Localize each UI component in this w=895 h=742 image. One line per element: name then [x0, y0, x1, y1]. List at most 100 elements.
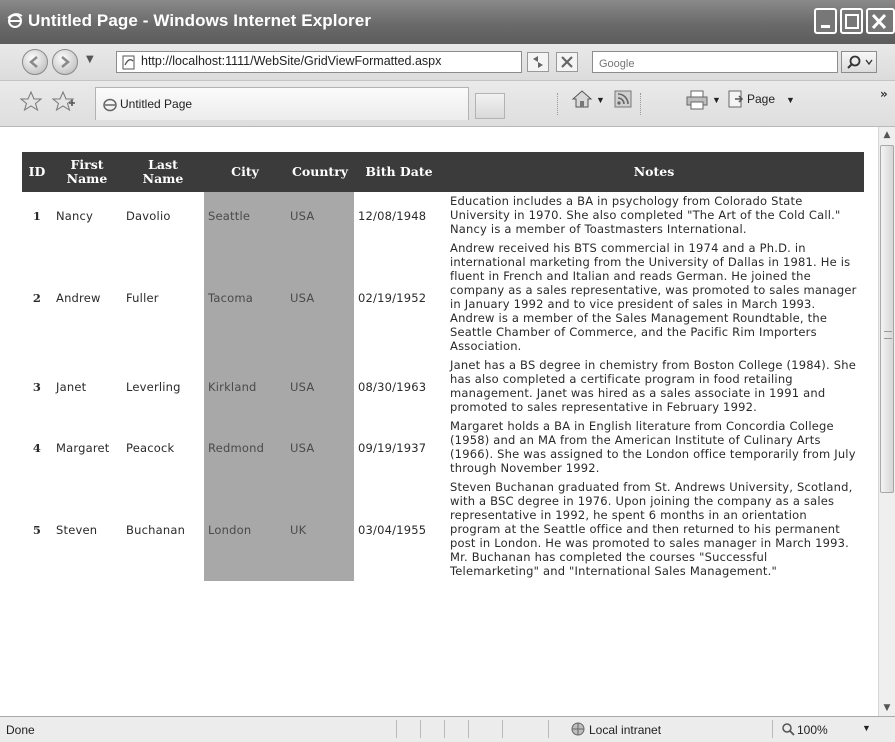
status-pane: [548, 720, 549, 738]
maximize-icon: [845, 14, 859, 29]
cell-city: Seattle: [204, 192, 286, 239]
cell-birth-date: 03/04/1955: [358, 522, 427, 537]
cell-city: Kirkland: [204, 356, 286, 417]
scroll-up-arrow[interactable]: ▲: [879, 127, 895, 143]
forward-button[interactable]: [52, 49, 78, 75]
vertical-scrollbar[interactable]: ▲ ▼: [878, 127, 895, 716]
status-pane: [502, 720, 503, 738]
feeds-icon[interactable]: [614, 90, 632, 108]
page-icon: [103, 98, 117, 112]
status-pane: [772, 720, 773, 738]
cell-birth-date: 02/19/1952: [358, 290, 427, 305]
status-text: Done: [6, 723, 35, 737]
tab-untitled-page[interactable]: Untitled Page: [95, 87, 469, 120]
ie-logo-icon: [7, 13, 23, 28]
separator: [640, 93, 642, 115]
search-input[interactable]: [593, 54, 837, 74]
globe-icon: [571, 722, 585, 736]
close-button[interactable]: [866, 8, 895, 34]
table-row: 1 Nancy Davolio Seattle USA 12/08/1948 E…: [22, 192, 864, 239]
cell-city: London: [204, 478, 286, 581]
cell-notes: Steven Buchanan graduated from St. Andre…: [450, 480, 853, 578]
print-icon[interactable]: [686, 90, 708, 110]
address-url: http://localhost:1111/WebSite/GridViewFo…: [141, 54, 442, 68]
search-box[interactable]: [592, 51, 838, 74]
cell-last-name: Peacock: [126, 440, 175, 455]
maximize-button[interactable]: [840, 8, 863, 34]
minimize-button[interactable]: [814, 8, 837, 34]
cell-last-name: Buchanan: [126, 522, 186, 537]
title-bar: Untitled Page - Windows Internet Explore…: [0, 0, 895, 45]
minimize-icon: [821, 25, 830, 28]
separator: [557, 93, 559, 115]
toolbar-overflow-chevron[interactable]: »: [880, 87, 888, 101]
cell-country: USA: [286, 239, 354, 356]
cell-first-name: Nancy: [56, 208, 94, 223]
zoom-dropdown[interactable]: ▼: [862, 723, 871, 733]
address-bar-row: ▼ http://localhost:1111/WebSite/GridView…: [0, 44, 895, 81]
new-tab-button[interactable]: [475, 93, 505, 119]
column-header-city: City: [204, 152, 286, 192]
cell-notes: Andrew received his BTS commercial in 19…: [450, 241, 857, 353]
column-header-first-name: First Name: [52, 152, 122, 192]
status-pane: [444, 720, 445, 738]
home-icon[interactable]: [571, 89, 593, 109]
back-button[interactable]: [22, 49, 48, 75]
grid-header-row: ID First Name Last Name City Country Bit…: [22, 152, 864, 192]
refresh-icon[interactable]: [527, 52, 549, 72]
cell-city: Redmond: [204, 417, 286, 478]
forward-icon: [61, 56, 70, 68]
cell-country: USA: [286, 417, 354, 478]
scroll-thumb[interactable]: [880, 145, 894, 493]
cell-last-name: Fuller: [126, 290, 159, 305]
back-icon: [29, 56, 38, 68]
cell-city: Tacoma: [204, 239, 286, 356]
cell-id: 2: [32, 290, 42, 305]
zoom-level[interactable]: 100%: [797, 723, 828, 737]
cell-birth-date: 12/08/1948: [358, 208, 427, 223]
stop-icon[interactable]: [556, 52, 578, 72]
cell-notes: Education includes a BA in psychology fr…: [450, 194, 841, 236]
search-icon: [847, 55, 873, 69]
cell-first-name: Janet: [56, 379, 87, 394]
employee-grid: ID First Name Last Name City Country Bit…: [22, 152, 864, 581]
tab-label: Untitled Page: [120, 97, 193, 111]
page-icon: [122, 55, 135, 70]
cell-first-name: Andrew: [56, 290, 101, 305]
cell-notes: Margaret holds a BA in English literatur…: [450, 419, 856, 475]
tab-row: Untitled Page ▼ ▼ Page ▼ »: [0, 81, 895, 127]
cell-last-name: Leverling: [126, 379, 181, 394]
recent-pages-dropdown[interactable]: ▼: [86, 54, 94, 65]
table-row: 4 Margaret Peacock Redmond USA 09/19/193…: [22, 417, 864, 478]
zoom-icon: [782, 723, 795, 736]
address-field[interactable]: http://localhost:1111/WebSite/GridViewFo…: [116, 51, 634, 73]
scroll-down-arrow[interactable]: ▼: [879, 700, 895, 716]
table-row: 5 Steven Buchanan London UK 03/04/1955 S…: [22, 478, 864, 581]
table-row: 3 Janet Leverling Kirkland USA 08/30/196…: [22, 356, 864, 417]
favorites-star-icon[interactable]: [20, 91, 42, 111]
security-zone[interactable]: Local intranet: [589, 723, 661, 737]
column-header-birth-date: Bith Date: [354, 152, 444, 192]
page-content: ID First Name Last Name City Country Bit…: [0, 127, 895, 716]
window-title: Untitled Page - Windows Internet Explore…: [28, 11, 372, 30]
search-button[interactable]: [841, 51, 877, 73]
cell-birth-date: 09/19/1937: [358, 440, 427, 455]
table-row: 2 Andrew Fuller Tacoma USA 02/19/1952 An…: [22, 239, 864, 356]
cell-first-name: Margaret: [56, 440, 110, 455]
page-menu-dropdown[interactable]: ▼: [786, 95, 795, 105]
page-menu-icon[interactable]: [727, 90, 745, 108]
cell-id: 3: [32, 379, 42, 394]
cell-last-name: Davolio: [126, 208, 171, 223]
print-dropdown[interactable]: ▼: [712, 95, 721, 105]
column-header-country: Country: [286, 152, 354, 192]
status-pane: [396, 720, 397, 738]
cell-country: UK: [286, 478, 354, 581]
add-favorites-icon[interactable]: [52, 91, 76, 111]
page-menu-label[interactable]: Page: [747, 92, 775, 106]
home-dropdown[interactable]: ▼: [596, 95, 605, 105]
column-header-notes: Notes: [444, 152, 864, 192]
cell-birth-date: 08/30/1963: [358, 379, 427, 394]
cell-id: 1: [32, 208, 42, 223]
cell-first-name: Steven: [56, 522, 98, 537]
column-header-id: ID: [22, 152, 52, 192]
